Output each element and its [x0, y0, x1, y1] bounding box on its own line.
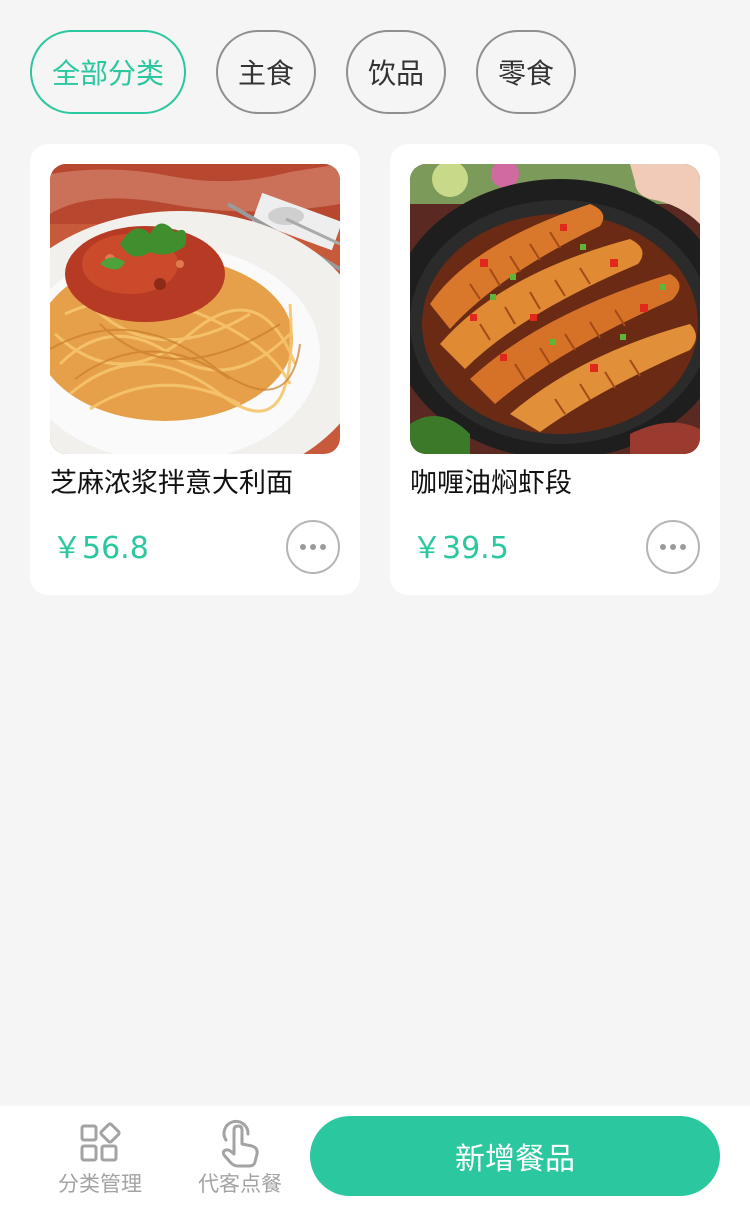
dish-photo-shrimp [410, 164, 700, 454]
dot-icon [680, 544, 686, 550]
tap-hand-icon [218, 1118, 262, 1168]
dot-icon [670, 544, 676, 550]
more-options-button[interactable] [646, 520, 700, 574]
dish-photo-spaghetti [50, 164, 340, 454]
bottom-bar: 分类管理 代客点餐 新增餐品 [0, 1106, 750, 1206]
tab-all-categories[interactable]: 全部分类 [30, 30, 186, 114]
dish-name: 芝麻浓浆拌意大利面 [50, 468, 293, 499]
grid-icon [78, 1118, 122, 1168]
dot-icon [320, 544, 326, 550]
tab-label: 代客点餐 [198, 1172, 282, 1196]
dot-icon [300, 544, 306, 550]
dish-card[interactable]: 芝麻浓浆拌意大利面 ￥56.8 [30, 144, 360, 595]
dish-card[interactable]: 咖喱油焖虾段 ￥39.5 [390, 144, 720, 595]
dot-icon [310, 544, 316, 550]
tab-staple-food[interactable]: 主食 [216, 30, 316, 114]
dish-price: ￥56.8 [52, 531, 149, 566]
dot-icon [660, 544, 666, 550]
tab-snacks[interactable]: 零食 [476, 30, 576, 114]
tab-label: 分类管理 [58, 1172, 142, 1196]
dish-price: ￥39.5 [412, 531, 509, 566]
tab-drinks[interactable]: 饮品 [346, 30, 446, 114]
dish-name: 咖喱油焖虾段 [410, 468, 572, 499]
add-dish-button[interactable]: 新增餐品 [310, 1116, 720, 1196]
more-options-button[interactable] [286, 520, 340, 574]
order-for-customer-tab[interactable]: 代客点餐 [175, 1106, 305, 1206]
category-management-tab[interactable]: 分类管理 [35, 1106, 165, 1206]
